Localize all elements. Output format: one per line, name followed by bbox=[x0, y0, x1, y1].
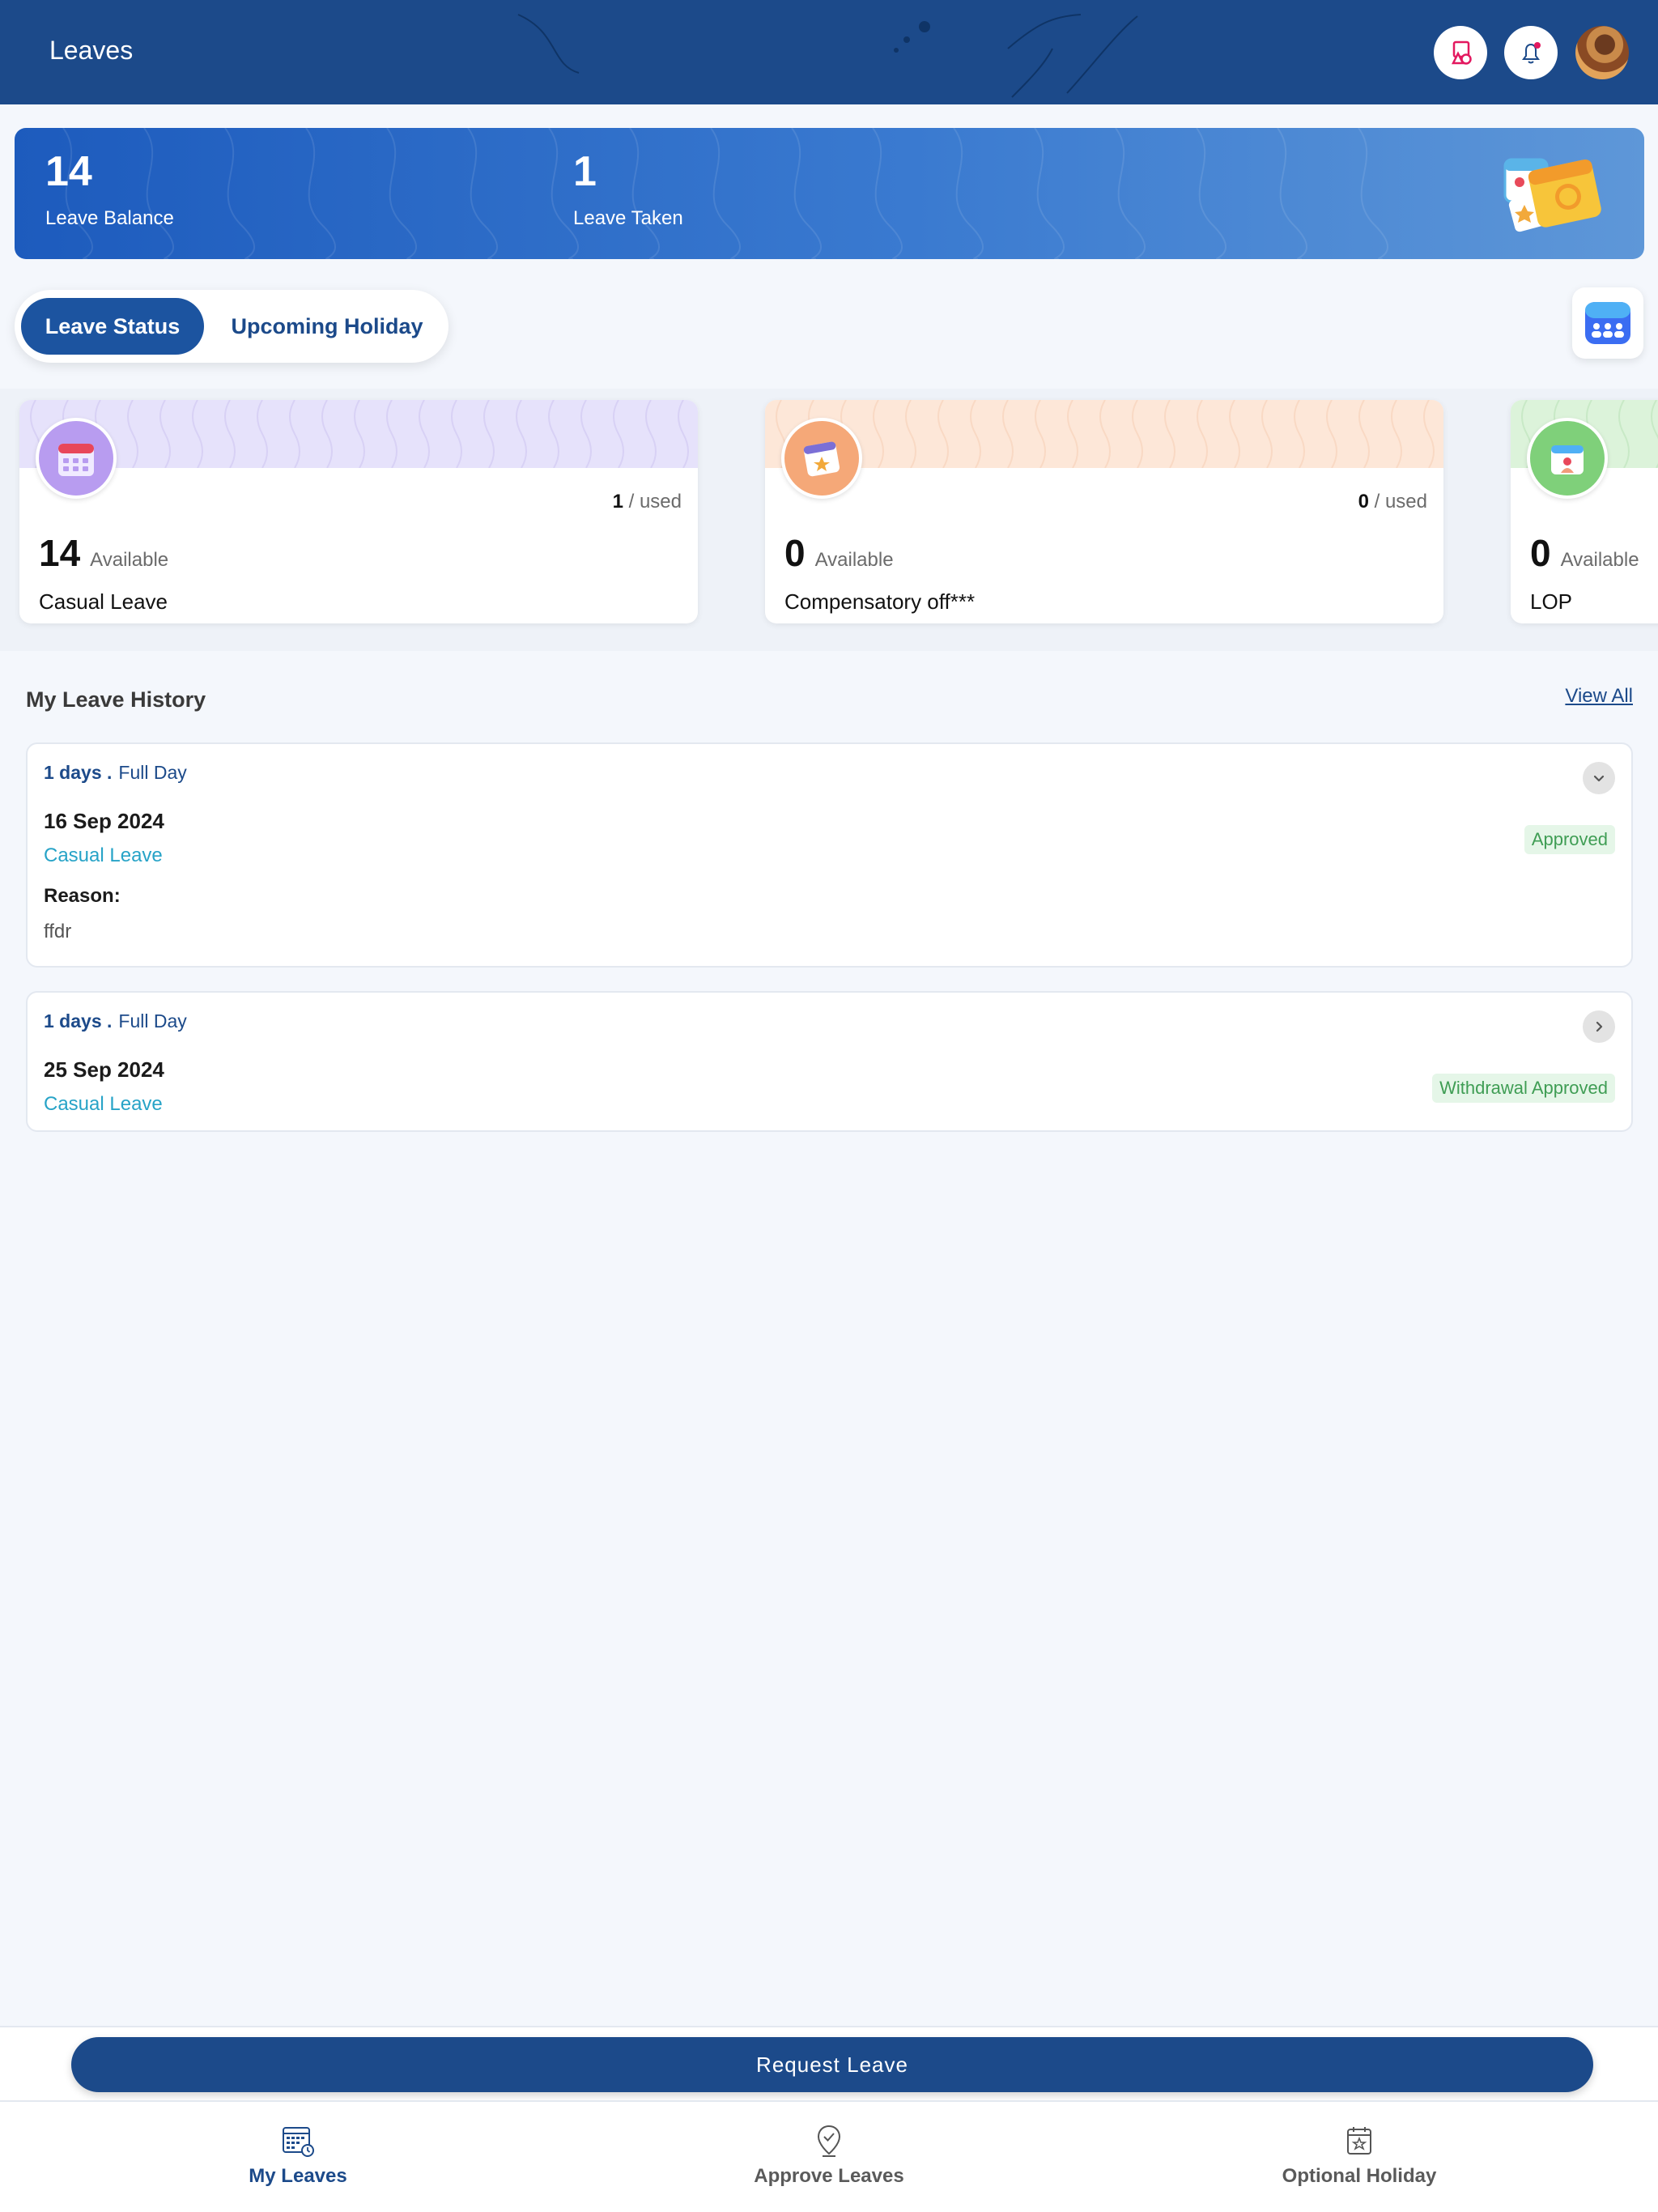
page-title: Leaves bbox=[49, 36, 134, 65]
available-count: 0 Available bbox=[784, 532, 894, 574]
calendar-star-icon bbox=[1347, 2127, 1371, 2155]
nav-label: My Leaves bbox=[249, 2165, 347, 2187]
leave-balance-value: 14 bbox=[45, 148, 92, 195]
shapes-icon bbox=[1451, 40, 1472, 65]
calendar-illustration-icon bbox=[1503, 158, 1601, 232]
banner-wave-pattern bbox=[62, 128, 1388, 259]
leave-type-card[interactable]: 1 / used 14 Available Casual Leave bbox=[19, 400, 698, 623]
request-leave-bar: Request Leave bbox=[0, 2026, 1658, 2100]
view-all-link[interactable]: View All bbox=[1565, 685, 1633, 708]
leave-history-item[interactable]: 1 days . Full Day 16 Sep 2024 Casual Leav… bbox=[26, 742, 1633, 968]
reason-value: ffdr bbox=[44, 921, 72, 942]
header-decoration bbox=[517, 14, 1138, 98]
leave-duration: 1 days . Full Day bbox=[44, 1010, 187, 1032]
leave-type-card[interactable]: 0 / used 0 Available Compensatory off*** bbox=[765, 400, 1443, 623]
chevron-right-icon bbox=[1596, 1021, 1603, 1032]
leave-type-label: Casual Leave bbox=[44, 844, 163, 866]
team-calendar-icon bbox=[1585, 302, 1630, 344]
used-count: 0 / used bbox=[1358, 491, 1427, 513]
leave-type-label: Casual Leave bbox=[44, 1093, 163, 1115]
shapes-icon-button[interactable] bbox=[1434, 26, 1487, 79]
status-badge: Withdrawal Approved bbox=[1432, 1074, 1615, 1103]
leave-type-card[interactable]: 0 Available LOP bbox=[1511, 400, 1658, 623]
leave-type-name: Compensatory off*** bbox=[784, 589, 976, 614]
leave-duration: 1 days . Full Day bbox=[44, 762, 187, 783]
calendar-icon bbox=[36, 418, 117, 499]
calendar-person-icon bbox=[1527, 418, 1608, 499]
leave-taken: 1 Leave Taken bbox=[573, 151, 683, 230]
app-header: Leaves bbox=[0, 0, 1658, 104]
available-count: 14 Available bbox=[39, 532, 169, 574]
leave-balance: 14 Leave Balance bbox=[45, 151, 174, 230]
calendar-star-icon bbox=[781, 418, 862, 499]
leave-summary-banner: 14 Leave Balance 1 Leave Taken bbox=[15, 128, 1644, 259]
leave-date: 25 Sep 2024 bbox=[44, 1057, 164, 1082]
nav-my-leaves[interactable]: My Leaves bbox=[152, 2123, 444, 2188]
leave-history-title: My Leave History bbox=[26, 687, 206, 712]
avatar[interactable] bbox=[1575, 26, 1629, 79]
leave-history-item[interactable]: 1 days . Full Day 25 Sep 2024 Casual Leav… bbox=[26, 991, 1633, 1132]
collapse-button[interactable] bbox=[1583, 762, 1615, 794]
used-count: 1 / used bbox=[612, 491, 682, 513]
calendar-grid-icon bbox=[283, 2127, 314, 2157]
tab-upcoming-holiday[interactable]: Upcoming Holiday bbox=[212, 298, 442, 355]
expand-button[interactable] bbox=[1583, 1010, 1615, 1043]
available-count: 0 Available bbox=[1530, 532, 1639, 574]
leave-type-name: LOP bbox=[1530, 589, 1573, 614]
leave-taken-value: 1 bbox=[573, 148, 597, 195]
nav-approve-leaves[interactable]: Approve Leaves bbox=[683, 2123, 975, 2188]
bell-icon bbox=[1522, 42, 1541, 64]
chevron-down-icon bbox=[1593, 775, 1605, 782]
leave-taken-label: Leave Taken bbox=[573, 207, 683, 229]
status-badge: Approved bbox=[1524, 825, 1615, 854]
location-check-icon bbox=[817, 2125, 841, 2157]
leave-type-cards: 1 / used 14 Available Casual Leave 0 / u… bbox=[0, 389, 1658, 651]
nav-optional-holiday[interactable]: Optional Holiday bbox=[1214, 2123, 1505, 2188]
leave-balance-label: Leave Balance bbox=[45, 207, 174, 229]
team-calendar-button[interactable] bbox=[1572, 287, 1643, 359]
request-leave-button[interactable]: Request Leave bbox=[71, 2037, 1593, 2092]
reason-label: Reason: bbox=[44, 885, 121, 907]
notifications-button[interactable] bbox=[1504, 26, 1558, 79]
leave-type-name: Casual Leave bbox=[39, 589, 168, 614]
tab-leave-status[interactable]: Leave Status bbox=[21, 298, 204, 355]
nav-label: Approve Leaves bbox=[754, 2165, 904, 2187]
bottom-nav: My Leaves Approve Leaves Optional Holida… bbox=[0, 2100, 1658, 2212]
tab-bar: Leave Status Upcoming Holiday bbox=[15, 290, 449, 363]
nav-label: Optional Holiday bbox=[1282, 2165, 1437, 2187]
leave-date: 16 Sep 2024 bbox=[44, 809, 164, 833]
